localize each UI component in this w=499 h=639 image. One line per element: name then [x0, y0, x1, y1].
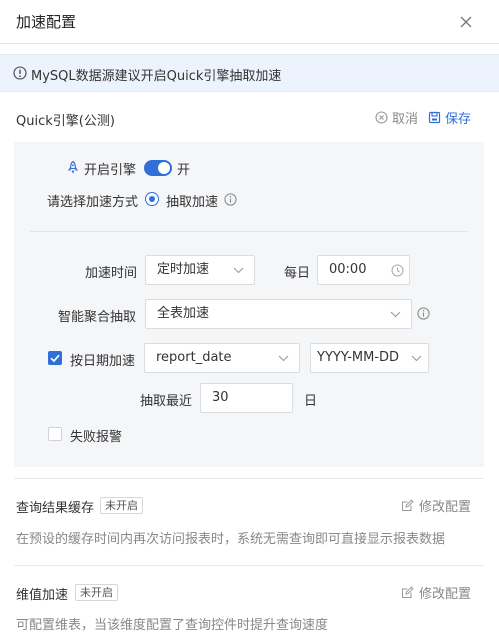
notice-banner: MySQL数据源建议开启Quick引擎抽取加速: [0, 54, 499, 92]
radio-dot: [149, 196, 155, 202]
save-icon: [428, 111, 441, 124]
fail-alert-label: 失败报警: [70, 430, 123, 445]
smart-agg-select[interactable]: 全表加速: [145, 299, 412, 329]
save-button[interactable]: 保存: [428, 108, 471, 127]
dialog-header: 加速配置: [0, 0, 499, 44]
edit-label: 修改配置: [418, 500, 471, 515]
cancel-button[interactable]: 取消: [375, 108, 418, 127]
time-value: 00:00: [329, 262, 367, 277]
dim-accel-status-badge: 未开启: [75, 584, 118, 601]
cancel-label: 取消: [391, 112, 418, 127]
date-field-value: report_date: [156, 350, 232, 365]
chevron-down-icon: [233, 267, 244, 274]
rocket-icon: [67, 160, 79, 174]
dim-accel-description: 可配置维表，当该维度配置了查询控件时提升查询速度: [16, 618, 329, 633]
clock-icon: [391, 264, 404, 277]
notice-text: MySQL数据源建议开启Quick引擎抽取加速: [31, 69, 282, 84]
close-icon[interactable]: [459, 15, 473, 29]
smart-agg-label: 智能聚合抽取: [58, 310, 137, 325]
extract-accel-label: 抽取加速: [166, 195, 219, 210]
date-format-select[interactable]: YYYY-MM-DD: [310, 343, 429, 373]
edit-label: 修改配置: [418, 587, 471, 602]
toggle-state-label: 开: [177, 163, 191, 178]
chevron-down-icon: [278, 355, 289, 362]
query-cache-status-badge: 未开启: [100, 497, 143, 514]
extract-accel-radio[interactable]: [145, 192, 159, 206]
quick-engine-actions: 取消 保存: [375, 108, 471, 127]
dim-accel-title: 维值加速: [16, 588, 69, 603]
quick-engine-title: Quick引擎(公测): [16, 114, 115, 129]
exclamation-circle-icon: [13, 66, 27, 80]
accel-time-value: 定时加速: [157, 262, 210, 277]
info-icon[interactable]: [224, 193, 237, 206]
edit-icon: [401, 499, 414, 511]
day-unit-label: 日: [304, 394, 318, 409]
edit-icon: [401, 586, 414, 598]
query-cache-description: 在预设的缓存时间内再次访问报表时，系统无需查询即可直接显示报表数据: [16, 532, 446, 547]
recent-days-value: 30: [212, 390, 229, 405]
query-cache-title: 查询结果缓存: [16, 501, 95, 516]
panel-divider: [30, 231, 468, 232]
date-accel-checkbox[interactable]: [48, 351, 62, 365]
method-label: 请选择加速方式: [47, 195, 139, 210]
recent-label: 抽取最近: [140, 394, 193, 409]
cancel-circle-icon: [375, 111, 388, 124]
info-icon[interactable]: [417, 307, 430, 320]
time-picker[interactable]: 00:00: [317, 255, 410, 285]
accel-time-select[interactable]: 定时加速: [145, 255, 255, 285]
dialog-title: 加速配置: [16, 13, 77, 31]
query-cache-edit-button[interactable]: 修改配置: [401, 496, 471, 515]
save-label: 保存: [444, 112, 471, 127]
chevron-down-icon: [411, 355, 422, 362]
check-icon: [50, 354, 60, 363]
date-accel-label: 按日期加速: [70, 354, 136, 369]
date-field-select[interactable]: report_date: [144, 343, 300, 373]
toggle-knob: [158, 162, 170, 174]
section-divider: [14, 565, 484, 566]
section-divider: [14, 478, 484, 479]
engine-toggle[interactable]: [144, 160, 172, 176]
accel-time-label: 加速时间: [85, 266, 138, 281]
daily-label: 每日: [284, 266, 311, 281]
fail-alert-checkbox[interactable]: [48, 427, 62, 441]
chevron-down-icon: [390, 311, 401, 318]
smart-agg-value: 全表加速: [157, 306, 210, 321]
recent-days-input[interactable]: 30: [200, 383, 293, 413]
enable-engine-label: 开启引擎: [84, 163, 137, 178]
date-format-value: YYYY-MM-DD: [317, 350, 400, 365]
dim-accel-edit-button[interactable]: 修改配置: [401, 583, 471, 602]
